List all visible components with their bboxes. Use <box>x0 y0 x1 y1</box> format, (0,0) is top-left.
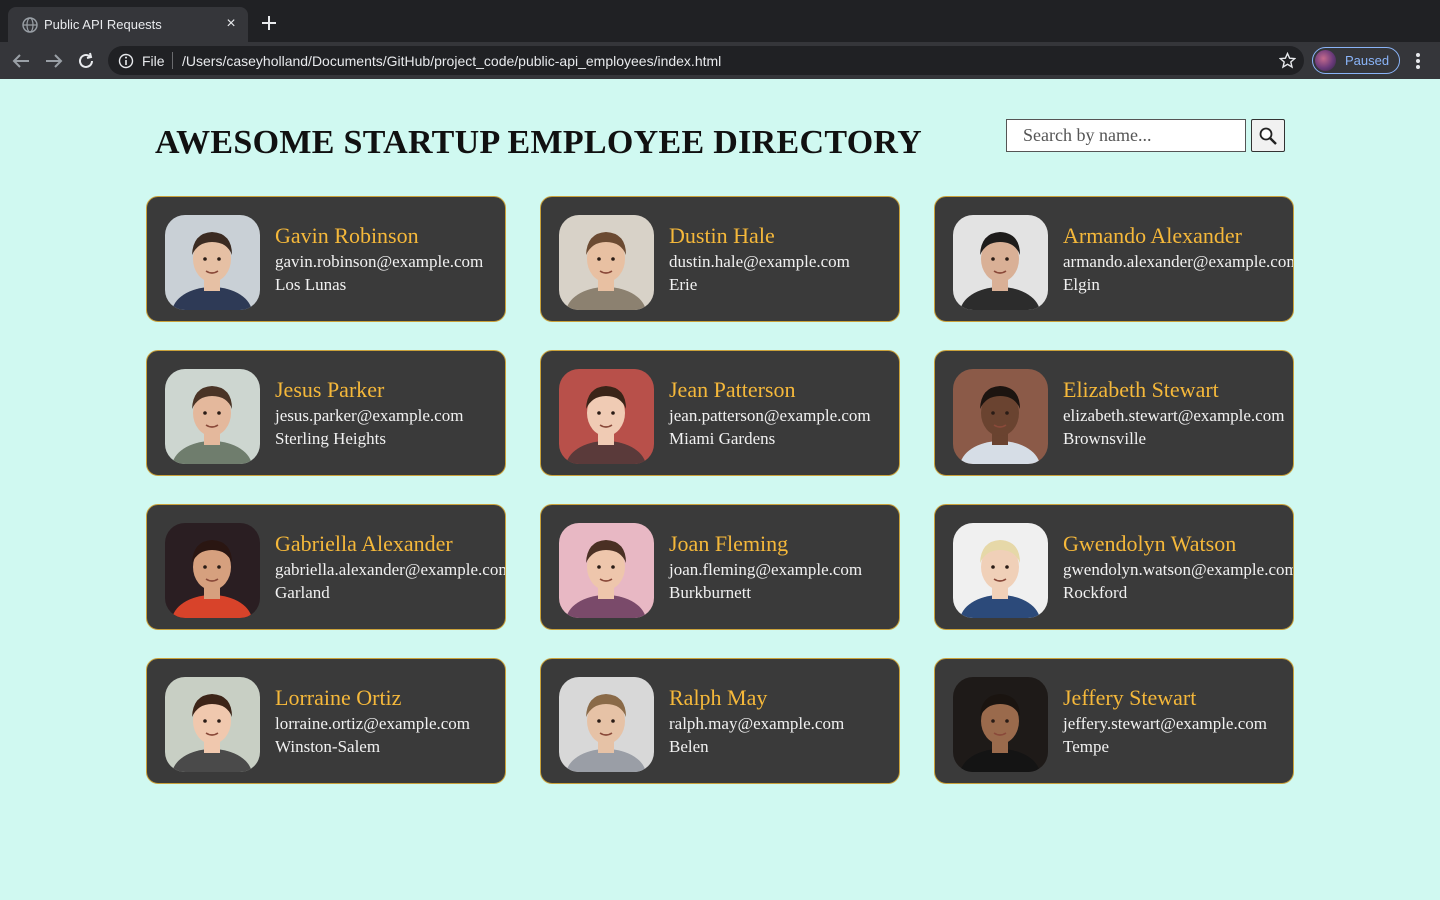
profile-status: Paused <box>1345 53 1390 68</box>
employee-name: Jeffery Stewart <box>1063 685 1197 710</box>
employee-card[interactable]: Ralph May ralph.may@example.com Belen <box>540 658 900 784</box>
employee-city: Los Lunas <box>275 275 347 294</box>
browser-tab-strip: Public API Requests × <box>0 0 1440 42</box>
employee-card[interactable]: Jean Patterson jean.patterson@example.com… <box>540 350 900 476</box>
employee-city: Elgin <box>1063 275 1100 294</box>
globe-icon <box>22 17 38 33</box>
employee-city: Burkburnett <box>669 583 752 602</box>
employee-name: Lorraine Ortiz <box>275 685 402 710</box>
employee-photo <box>165 523 260 618</box>
employee-email: joan.fleming@example.com <box>669 560 863 579</box>
new-tab-icon[interactable] <box>258 12 280 34</box>
employee-city: Miami Gardens <box>669 429 776 448</box>
forward-arrow-icon[interactable] <box>43 50 65 72</box>
employee-photo <box>953 523 1048 618</box>
employee-photo <box>165 215 260 310</box>
employee-card[interactable]: Jeffery Stewart jeffery.stewart@example.c… <box>934 658 1294 784</box>
employee-email: armando.alexander@example.com <box>1063 252 1294 271</box>
employee-email: gavin.robinson@example.com <box>275 252 484 271</box>
employee-photo <box>559 523 654 618</box>
employee-city: Sterling Heights <box>275 429 386 448</box>
profile-button[interactable]: Paused <box>1312 47 1400 74</box>
employee-city: Belen <box>669 737 709 756</box>
employee-email: gabriella.alexander@example.com <box>275 560 506 579</box>
employee-email: lorraine.ortiz@example.com <box>275 714 471 733</box>
employee-name: Ralph May <box>669 685 768 710</box>
url-scheme-label: File <box>142 53 165 69</box>
back-arrow-icon[interactable] <box>10 50 32 72</box>
employee-card[interactable]: Gwendolyn Watson gwendolyn.watson@example… <box>934 504 1294 630</box>
employee-photo <box>165 369 260 464</box>
employee-card[interactable]: Armando Alexander armando.alexander@examp… <box>934 196 1294 322</box>
employee-card[interactable]: Jesus Parker jesus.parker@example.com Ster… <box>146 350 506 476</box>
browser-toolbar: File /Users/caseyholland/Documents/GitHu… <box>0 42 1440 79</box>
employee-card[interactable]: Gabriella Alexander gabriella.alexander@e… <box>146 504 506 630</box>
employee-card[interactable]: Lorraine Ortiz lorraine.ortiz@example.com… <box>146 658 506 784</box>
employee-name: Joan Fleming <box>669 531 789 556</box>
close-tab-icon[interactable]: × <box>222 15 240 33</box>
employee-photo <box>953 369 1048 464</box>
employee-name: Dustin Hale <box>669 223 775 248</box>
employee-photo <box>165 677 260 772</box>
employee-name: Jesus Parker <box>275 377 385 402</box>
employee-email: gwendolyn.watson@example.com <box>1063 560 1294 579</box>
employee-email: dustin.hale@example.com <box>669 252 850 271</box>
reload-icon[interactable] <box>75 50 97 72</box>
employee-photo <box>559 369 654 464</box>
employee-name: Elizabeth Stewart <box>1063 377 1219 402</box>
employee-gallery: Gavin Robinson gavin.robinson@example.com… <box>146 196 1294 784</box>
bookmark-star-icon[interactable] <box>1278 51 1297 69</box>
kebab-menu-icon[interactable] <box>1408 50 1428 72</box>
employee-city: Brownsville <box>1063 429 1147 448</box>
info-icon[interactable] <box>118 53 134 69</box>
employee-name: Gavin Robinson <box>275 223 419 248</box>
employee-email: jean.patterson@example.com <box>669 406 871 425</box>
employee-photo <box>559 215 654 310</box>
avatar <box>1315 50 1336 71</box>
employee-name: Gabriella Alexander <box>275 531 453 556</box>
tab-title: Public API Requests <box>44 17 162 32</box>
search-button[interactable] <box>1251 119 1285 152</box>
address-bar[interactable]: File /Users/caseyholland/Documents/GitHu… <box>108 46 1304 75</box>
employee-card[interactable]: Elizabeth Stewart elizabeth.stewart@examp… <box>934 350 1294 476</box>
url-text[interactable]: /Users/caseyholland/Documents/GitHub/pro… <box>182 53 721 69</box>
browser-tab[interactable]: Public API Requests × <box>8 7 248 42</box>
employee-name: Armando Alexander <box>1063 223 1242 248</box>
employee-card[interactable]: Gavin Robinson gavin.robinson@example.com… <box>146 196 506 322</box>
employee-city: Erie <box>669 275 698 294</box>
search-input[interactable] <box>1006 119 1246 152</box>
employee-city: Winston-Salem <box>275 737 381 756</box>
page-title: AWESOME STARTUP EMPLOYEE DIRECTORY <box>155 124 922 161</box>
magnifier-icon <box>1259 127 1277 145</box>
employee-name: Gwendolyn Watson <box>1063 531 1237 556</box>
employee-photo <box>953 215 1048 310</box>
employee-email: jeffery.stewart@example.com <box>1063 714 1267 733</box>
address-separator <box>172 52 173 69</box>
employee-city: Tempe <box>1063 737 1110 756</box>
employee-photo <box>953 677 1048 772</box>
employee-card[interactable]: Joan Fleming joan.fleming@example.com Burk… <box>540 504 900 630</box>
employee-city: Rockford <box>1063 583 1128 602</box>
employee-name: Jean Patterson <box>669 377 796 402</box>
employee-email: elizabeth.stewart@example.com <box>1063 406 1285 425</box>
employee-card[interactable]: Dustin Hale dustin.hale@example.com Erie <box>540 196 900 322</box>
employee-city: Garland <box>275 583 330 602</box>
employee-photo <box>559 677 654 772</box>
employee-email: ralph.may@example.com <box>669 714 845 733</box>
employee-email: jesus.parker@example.com <box>275 406 464 425</box>
